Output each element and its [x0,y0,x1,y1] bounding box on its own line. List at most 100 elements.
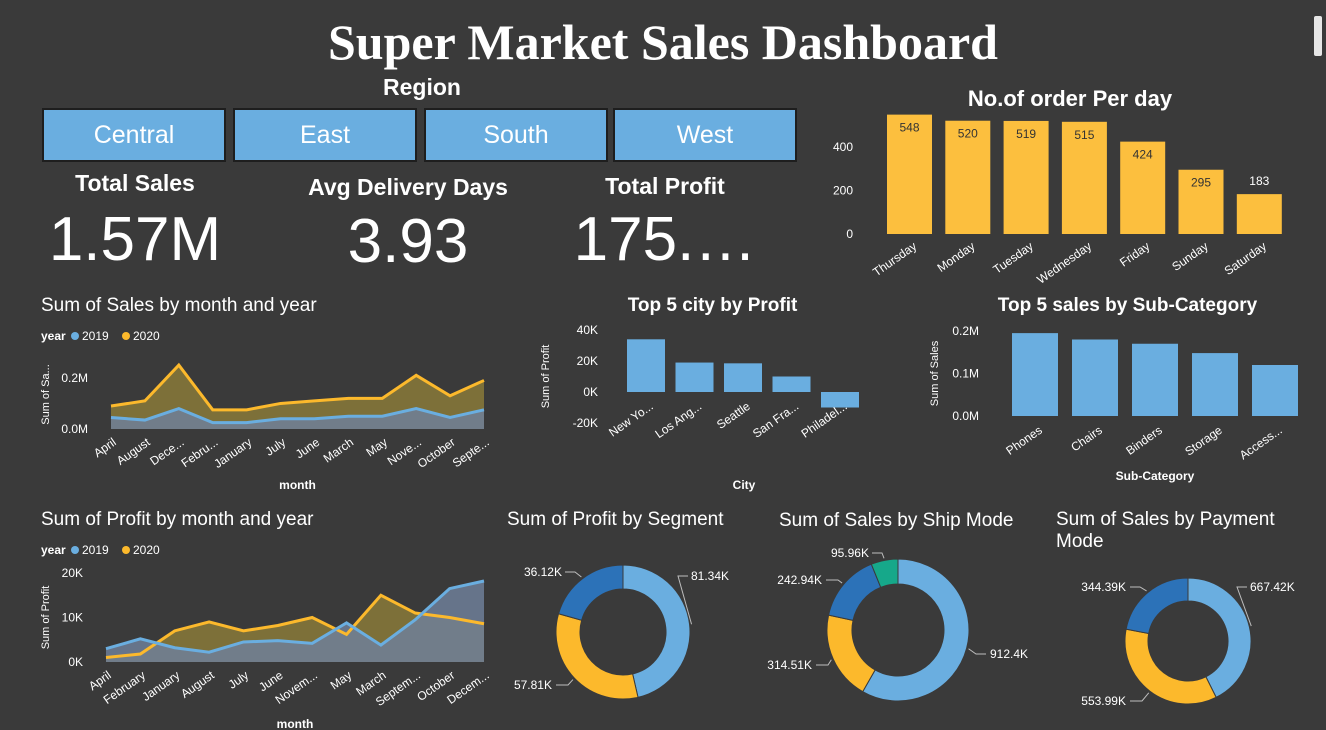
avg-delivery-label: Avg Delivery Days [308,174,508,200]
shipmode-leader-line [826,579,843,584]
profit-month-xtick-label: October [414,668,457,704]
profit-month-line-2019 [105,579,485,654]
orders-bar [1178,169,1224,234]
subcat-category-label: Binders [1123,423,1164,458]
total-profit-label: Total Profit [605,173,725,199]
orders-data-label: 515 [1074,128,1094,142]
sales-month-xtick-label: August [114,435,153,468]
profit-month-legend-2019-label: 2019 [82,543,109,557]
region-west-button[interactable]: West [613,108,797,162]
sales-month-xtick-label: June [293,435,323,462]
sales-month-legend-title: year [41,329,66,343]
sales-month-xtick-label: January [211,435,254,471]
orders-bar [1120,141,1166,234]
sales-month-legend-2020-label: 2020 [133,329,160,343]
shipmode-slice [826,614,876,693]
region-slicer-label: Region [383,74,461,100]
profit-month-area-2020 [106,595,484,662]
region-east-button[interactable]: East [233,108,417,162]
shipmode-leader-line [968,648,986,655]
profit-month-area-2019 [106,581,484,662]
sales-month-line-2020 [110,362,485,412]
profit-month-ytick-label: 20K [62,566,83,580]
city-ytick-label: 40K [577,323,598,337]
shipmode-data-label: 242.94K [777,573,822,587]
scrollbar-thumb[interactable] [1314,16,1322,56]
segment-leader-line [556,679,574,686]
sales-month-xtick-label: Dece... [147,435,186,468]
profit-month-xtick-label: March [353,668,388,699]
subcat-category-label: Storage [1182,423,1225,459]
sales-month-xtick-label: October [415,435,458,471]
payment-slice [1125,577,1189,635]
subcat-category-label: Chairs [1068,423,1104,454]
sales-month-xtick-label: March [321,435,356,466]
sales-month-line-2019 [110,406,485,425]
orders-category-label: Wednesday [1034,239,1094,287]
city-ylabel: Sum of Profit [540,345,552,409]
city-ytick-label: 0K [583,385,598,399]
top5-city-title: Top 5 city by Profit [627,295,798,316]
sales-by-month-title: Sum of Sales by month and year [41,295,317,316]
segment-leader-line [565,571,582,578]
sales-month-area-2020 [111,365,484,429]
sales-month-xlabel: month [279,478,316,492]
city-bar [675,362,714,392]
subcat-bar [1072,339,1118,416]
orders-bar [1061,121,1107,234]
payment-data-label: 667.42K [1250,580,1295,594]
payment-data-label: 344.39K [1081,580,1126,594]
orders-per-day-title: No.of order Per day [967,86,1173,111]
sales-month-xtick-label: Nove... [385,435,424,468]
profit-by-segment-title: Sum of Profit by Segment [507,509,724,530]
city-ytick-label: 20K [577,354,598,368]
shipmode-leader-line [816,659,832,666]
profit-month-xtick-label: August [178,668,217,701]
subcat-ytick-label: 0.1M [952,367,979,381]
total-sales-label: Total Sales [75,170,195,196]
orders-bar [887,114,932,234]
orders-category-label: Saturday [1222,239,1269,278]
profit-month-xtick-label: February [101,668,148,707]
profit-month-xtick-label: May [328,668,355,692]
subcat-xlabel: Sub-Category [1116,469,1195,483]
segment-slice [555,613,639,700]
subcat-bar [1252,365,1298,416]
profit-month-legend-2020-marker [122,546,130,554]
profit-by-month-title: Sum of Profit by month and year [41,509,314,530]
region-south-button[interactable]: South [424,108,608,162]
total-sales-value: 1.57M [48,205,222,274]
sales-month-ylabel: Sum of Sa... [40,364,52,425]
city-category-label: Los Ang... [652,399,704,441]
orders-ytick-label: 0 [846,227,853,241]
orders-data-label: 295 [1191,176,1211,190]
city-xlabel: City [733,478,756,492]
city-bar [772,376,811,392]
sales-by-payment-mode-title: Sum of Sales by Payment Mode [1056,509,1275,552]
city-bar [821,392,859,408]
profit-month-ytick-label: 10K [62,611,83,625]
subcat-ylabel: Sum of Sales [929,340,941,406]
subcat-ytick-label: 0.2M [952,324,979,338]
profit-month-legend-2019-marker [71,546,79,554]
avg-delivery-value: 3.93 [347,207,469,276]
profit-month-xtick-label: January [139,668,182,704]
sales-month-xtick-label: July [263,435,289,459]
sales-month-xtick-label: Septe... [450,435,492,470]
orders-ytick-label: 400 [833,140,853,154]
orders-data-label: 183 [1249,174,1269,188]
city-bar [724,363,762,392]
region-central-button[interactable]: Central [42,108,226,162]
sales-month-ytick-label: 0.2M [61,371,88,385]
subcat-bar [1132,343,1178,416]
sales-month-ytick-label: 0.0M [61,422,88,436]
subcat-category-label: Phones [1003,423,1044,458]
top5-subcategory-title: Top 5 sales by Sub-Category [997,295,1258,316]
orders-data-label: 548 [899,121,919,135]
total-profit-value: 175.… [573,205,757,274]
city-ytick-label: -20K [573,416,598,430]
payment-leader-line [1130,586,1147,592]
shipmode-slice [870,558,899,589]
orders-bar [1236,194,1282,234]
profit-month-xtick-label: April [86,668,114,693]
